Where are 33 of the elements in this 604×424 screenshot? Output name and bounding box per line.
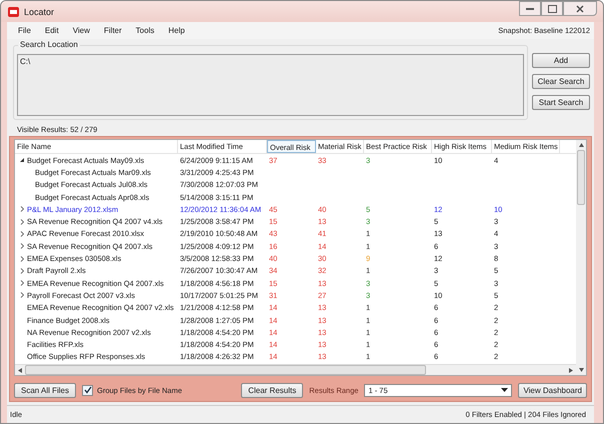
search-button[interactable]: Add <box>532 53 590 68</box>
search-location-field[interactable]: C:\ <box>17 54 524 116</box>
scroll-up-icon[interactable] <box>578 143 584 147</box>
scroll-thumb[interactable] <box>577 150 585 205</box>
minimize-icon <box>526 7 534 10</box>
menu-item[interactable]: Tools <box>128 26 162 35</box>
scan-all-files-button[interactable]: Scan All Files <box>14 382 76 398</box>
scroll-thumb[interactable] <box>25 365 426 375</box>
app-icon <box>7 6 20 18</box>
menu-item[interactable]: Edit <box>38 26 66 35</box>
scroll-left-icon[interactable] <box>18 368 22 372</box>
search-button[interactable]: Start Search <box>532 95 590 110</box>
menu-item[interactable]: View <box>66 26 97 35</box>
close-button[interactable] <box>563 1 597 16</box>
search-button[interactable]: Clear Search <box>532 74 590 89</box>
horizontal-scrollbar[interactable] <box>15 364 576 375</box>
maximize-icon <box>548 4 556 12</box>
menu-item[interactable]: File <box>11 26 38 35</box>
window-title: Locator <box>24 6 54 16</box>
clear-results-button[interactable]: Clear Results <box>241 382 304 398</box>
group-label: Search Location <box>18 40 80 49</box>
menu-item[interactable]: Help <box>161 26 192 35</box>
vertical-scrollbar[interactable] <box>576 140 586 375</box>
view-dashboard-button[interactable]: View Dashboard <box>518 382 587 398</box>
maximize-button[interactable] <box>541 1 563 16</box>
dropdown-caret-icon <box>501 388 508 392</box>
collapse-arrow-icon[interactable] <box>19 157 25 164</box>
menu-item[interactable]: Filter <box>96 26 129 35</box>
group-files-checkbox[interactable] <box>82 384 93 396</box>
close-icon <box>576 4 584 12</box>
scroll-right-icon[interactable] <box>569 368 573 372</box>
scroll-down-icon[interactable] <box>578 368 584 372</box>
minimize-button[interactable] <box>519 1 541 16</box>
